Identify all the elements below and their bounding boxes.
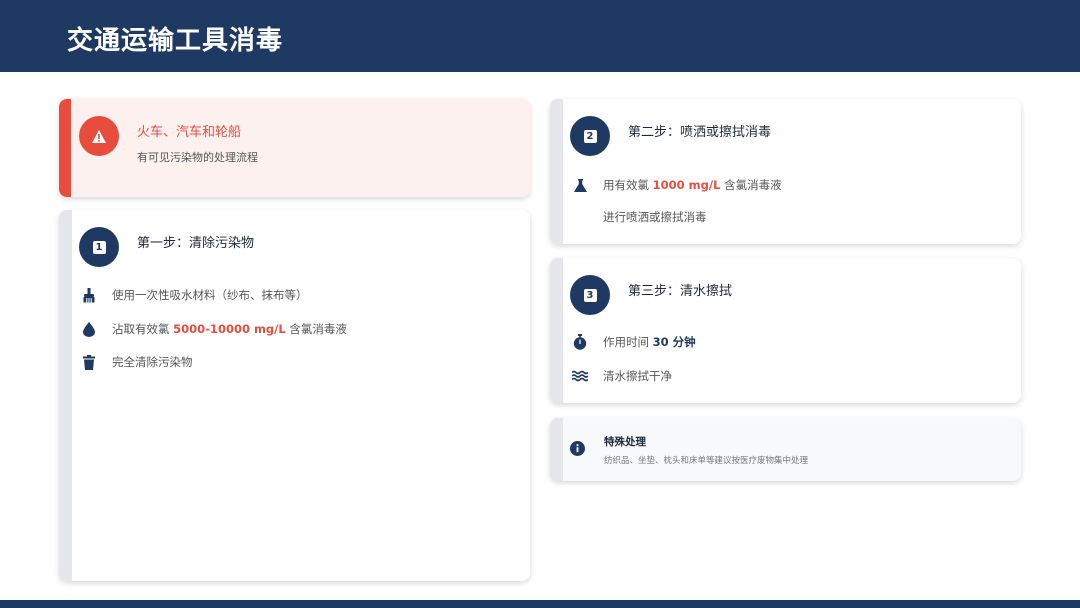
header-bar: 交通运输工具消毒 xyxy=(0,0,1080,72)
step1-item-text: 含氯消毒液 xyxy=(285,322,347,336)
card-stripe xyxy=(550,99,563,244)
step2-title: 第二步：喷洒或擦拭消毒 xyxy=(628,125,772,140)
water-drop-icon xyxy=(81,321,97,337)
card-stripe xyxy=(550,258,563,403)
step3-item-text: 清水擦拭干净 xyxy=(603,369,672,383)
info-icon xyxy=(570,441,585,456)
card-stripe xyxy=(59,210,72,581)
footer-bar xyxy=(0,600,1080,608)
step1-item-text: 沾取有效氯 xyxy=(112,322,174,336)
step1-item: 使用一次性吸水材料（纱布、抹布等） xyxy=(81,286,308,304)
duration-value: 30 分钟 xyxy=(652,335,696,349)
concentration-value: 1000 mg/L xyxy=(652,178,721,192)
step2-card: 2 第二步：喷洒或擦拭消毒 用有效氯 1000 mg/L 含氯消毒液 进行喷洒或… xyxy=(550,99,1021,244)
trash-icon xyxy=(81,354,97,370)
brush-icon xyxy=(81,287,97,303)
step2-item: 用有效氯 1000 mg/L 含氯消毒液 xyxy=(572,176,782,194)
step2-badge: 2 xyxy=(570,116,610,156)
special-title: 特殊处理 xyxy=(604,436,646,448)
step3-card: 3 第三步：清水擦拭 作用时间 30 分钟 清水擦拭干净 xyxy=(550,258,1021,403)
special-description: 纺织品、坐垫、枕头和床单等建议按医疗废物集中处理 xyxy=(604,456,809,466)
step1-number: 1 xyxy=(92,240,106,254)
step1-item: 沾取有效氯 5000-10000 mg/L 含氯消毒液 xyxy=(81,320,347,338)
step1-item-text: 使用一次性吸水材料（纱布、抹布等） xyxy=(112,288,308,302)
step3-item: 作用时间 30 分钟 xyxy=(572,333,696,351)
step3-badge: 3 xyxy=(570,275,610,315)
step1-title: 第一步：清除污染物 xyxy=(137,236,255,251)
concentration-value: 5000-10000 mg/L xyxy=(173,322,286,336)
step3-item-text: 作用时间 xyxy=(603,335,653,349)
step1-item: 完全清除污染物 xyxy=(81,353,193,371)
warning-icon xyxy=(92,129,106,143)
step1-badge: 1 xyxy=(79,227,119,267)
stopwatch-icon xyxy=(572,334,588,350)
flask-icon xyxy=(572,177,588,193)
step2-number: 2 xyxy=(583,129,597,143)
alert-stripe xyxy=(59,99,71,197)
step2-item-text: 进行喷洒或擦拭消毒 xyxy=(603,210,707,224)
warning-badge xyxy=(79,116,119,156)
water-waves-icon xyxy=(572,368,588,384)
step3-title: 第三步：清水擦拭 xyxy=(628,284,733,299)
card-stripe xyxy=(550,418,563,481)
step3-number: 3 xyxy=(583,288,597,302)
page-title: 交通运输工具消毒 xyxy=(67,26,284,56)
step3-item: 清水擦拭干净 xyxy=(572,367,672,385)
step2-item-text: 用有效氯 xyxy=(603,178,653,192)
special-card: 特殊处理 纺织品、坐垫、枕头和床单等建议按医疗废物集中处理 xyxy=(550,418,1021,481)
alert-title: 火车、汽车和轮船 xyxy=(137,125,242,140)
step1-item-text: 完全清除污染物 xyxy=(112,355,193,369)
step2-item-text: 含氯消毒液 xyxy=(720,178,782,192)
step1-card: 1 第一步：清除污染物 使用一次性吸水材料（纱布、抹布等） 沾取有效氯 5000… xyxy=(59,210,530,581)
alert-subtitle: 有可见污染物的处理流程 xyxy=(137,151,258,164)
alert-card: 火车、汽车和轮船 有可见污染物的处理流程 xyxy=(59,99,530,197)
